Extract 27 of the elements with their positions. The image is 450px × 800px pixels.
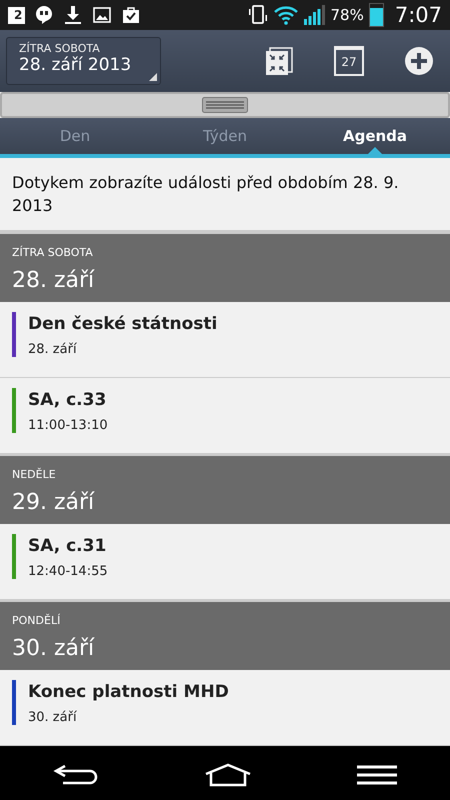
menu-icon[interactable] — [357, 764, 398, 786]
battery-percent: 78% — [330, 6, 364, 24]
battery-icon — [368, 3, 384, 27]
signal-icon — [303, 5, 326, 25]
day-date: 29. září — [12, 490, 96, 515]
shopping-bag-icon — [121, 5, 142, 25]
day-date: 28. září — [12, 268, 96, 293]
view-tab[interactable]: Agenda — [300, 118, 450, 154]
collapse-icon[interactable] — [264, 46, 294, 76]
image-icon — [92, 5, 112, 25]
day-date: 30. září — [12, 636, 96, 661]
vibrate-icon — [247, 4, 270, 26]
chat-bubble-icon — [34, 5, 54, 25]
date-picker-button[interactable]: ZÍTRA SOBOTA 28. září 2013 — [6, 37, 161, 85]
weekday-label: ZÍTRA SOBOTA — [12, 246, 94, 259]
home-icon[interactable] — [204, 763, 252, 787]
weekday-label: NEDĚLE — [12, 468, 57, 481]
clock-time: 7:07 — [394, 3, 442, 27]
weekday-label: PONDĚLÍ — [12, 614, 62, 627]
add-icon[interactable] — [404, 46, 434, 76]
calendar-today-button[interactable]: 27 — [334, 46, 364, 76]
drag-handle[interactable] — [0, 92, 450, 118]
notification-count: 2 — [8, 6, 26, 24]
wifi-icon — [274, 5, 298, 25]
dropdown-corner-icon — [149, 73, 157, 81]
back-icon[interactable] — [52, 763, 99, 787]
download-icon — [63, 5, 84, 25]
